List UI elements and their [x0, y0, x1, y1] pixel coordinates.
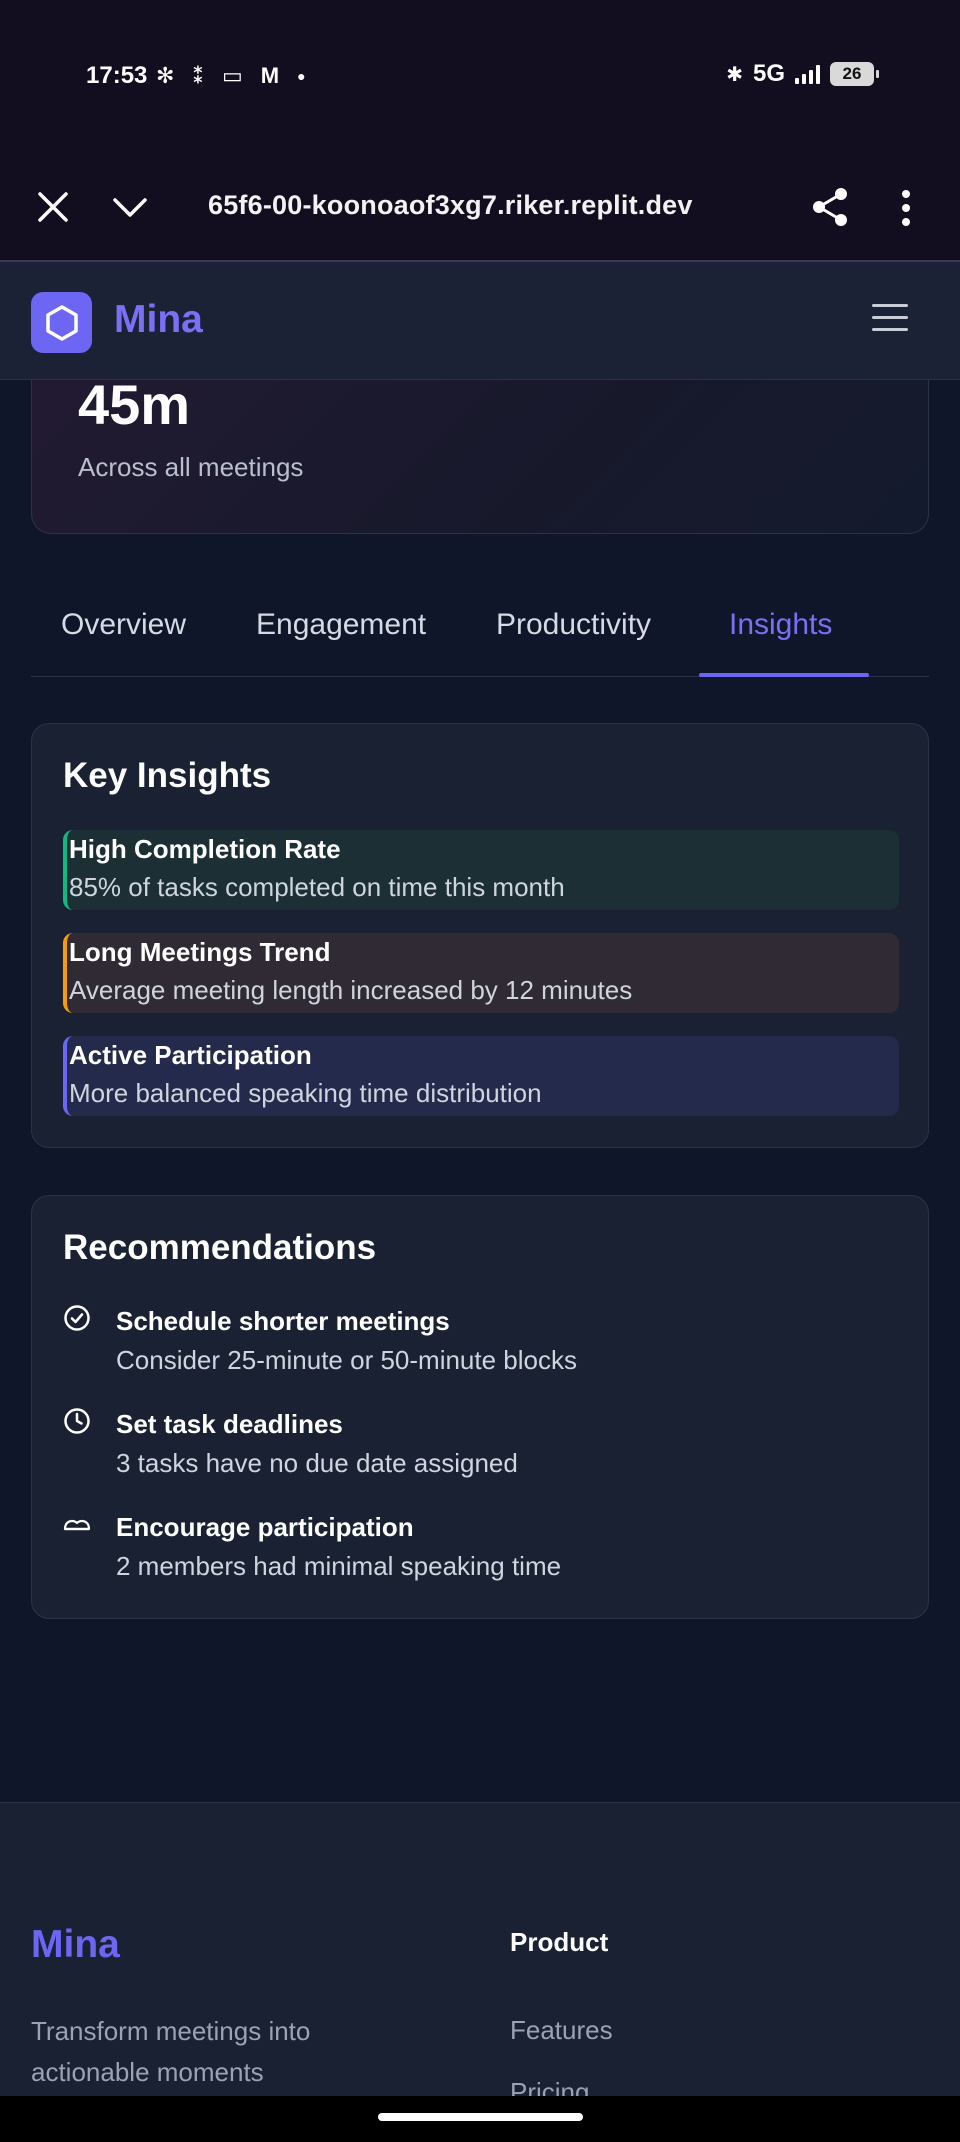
- recommendation-item: Schedule shorter meetings Consider 25-mi…: [63, 1302, 899, 1382]
- status-time: 17:53: [86, 62, 148, 89]
- active-tab-indicator: [699, 673, 869, 677]
- footer-heading-product: Product: [510, 1927, 609, 1957]
- insight-title: High Completion Rate: [69, 834, 341, 864]
- hexagon-logo-icon[interactable]: [31, 292, 92, 353]
- bluetooth-icon: ✱: [726, 63, 743, 86]
- insight-item: Long Meetings Trend Average meeting leng…: [63, 933, 899, 1013]
- status-bar: 17:53 ✻ ⁑ ▭ M ● ✱ 5G 26: [0, 0, 960, 150]
- battery-icon: 26: [830, 62, 879, 86]
- stat-value: 45m: [78, 373, 191, 436]
- signal-icon: [795, 64, 820, 84]
- gmail-icon: M: [260, 63, 280, 88]
- recommendation-description: 2 members had minimal speaking time: [116, 1551, 562, 1581]
- system-navigation-bar: [0, 2096, 960, 2142]
- footer-tagline: Transform meetings into actionable momen…: [31, 2016, 311, 2087]
- tab-engagement[interactable]: Engagement: [256, 608, 426, 642]
- recommendation-description: 3 tasks have no due date assigned: [116, 1448, 518, 1478]
- tab-overview[interactable]: Overview: [61, 608, 186, 642]
- dot-icon: ●: [297, 68, 306, 84]
- card-title: Key Insights: [63, 756, 272, 795]
- notification-icons: ✻ ⁑ ▭ M ●: [156, 62, 306, 90]
- more-vertical-icon[interactable]: [894, 188, 918, 228]
- grid-icon: ⁑: [192, 63, 204, 88]
- recommendation-title: Encourage participation: [116, 1512, 414, 1542]
- chevron-down-icon[interactable]: [110, 192, 150, 222]
- app-name[interactable]: Mina: [114, 298, 203, 342]
- check-circle-icon: [64, 1305, 90, 1331]
- recommendation-description: Consider 25-minute or 50-minute blocks: [116, 1345, 577, 1375]
- browser-toolbar: 65f6-00-koonoaof3xg7.riker.replit.dev: [0, 150, 960, 262]
- recommendations-card: Recommendations Schedule shorter meeting…: [31, 1195, 929, 1619]
- recommendation-item: Set task deadlines 3 tasks have no due d…: [63, 1405, 899, 1485]
- tab-insights[interactable]: Insights: [729, 608, 832, 642]
- insight-description: 85% of tasks completed on time this mont…: [69, 872, 565, 902]
- insight-description: Average meeting length increased by 12 m…: [69, 975, 633, 1005]
- insight-item: Active Participation More balanced speak…: [63, 1036, 899, 1116]
- recommendation-title: Set task deadlines: [116, 1409, 343, 1439]
- insight-description: More balanced speaking time distribution: [69, 1078, 542, 1108]
- recommendation-title: Schedule shorter meetings: [116, 1306, 450, 1336]
- users-icon: [63, 1519, 91, 1531]
- clock-icon: [64, 1408, 90, 1434]
- url-bar[interactable]: 65f6-00-koonoaof3xg7.riker.replit.dev: [208, 190, 708, 221]
- close-icon[interactable]: [36, 190, 70, 224]
- stat-caption: Across all meetings: [78, 452, 304, 482]
- insight-item: High Completion Rate 85% of tasks comple…: [63, 830, 899, 910]
- network-label: 5G: [752, 60, 785, 87]
- wallet-icon: ▭: [221, 63, 243, 88]
- slack-icon: ✻: [156, 63, 175, 88]
- analytics-tabs: Overview Engagement Productivity Insight…: [31, 590, 929, 677]
- system-icons: ✱ 5G 26: [726, 60, 879, 88]
- footer-link-features[interactable]: Features: [510, 2015, 613, 2046]
- card-title: Recommendations: [63, 1228, 377, 1267]
- footer-brand[interactable]: Mina: [31, 1923, 120, 1967]
- hamburger-menu-icon[interactable]: [872, 304, 908, 334]
- insight-title: Active Participation: [69, 1040, 312, 1070]
- key-insights-card: Key Insights High Completion Rate 85% of…: [31, 723, 929, 1148]
- recommendation-item: Encourage participation 2 members had mi…: [63, 1508, 899, 1588]
- home-indicator[interactable]: [378, 2113, 583, 2121]
- site-footer: Mina Transform meetings into actionable …: [0, 1802, 960, 2107]
- insight-title: Long Meetings Trend: [69, 937, 331, 967]
- share-icon[interactable]: [810, 186, 850, 228]
- app-header: Mina: [0, 262, 960, 380]
- tab-productivity[interactable]: Productivity: [496, 608, 651, 642]
